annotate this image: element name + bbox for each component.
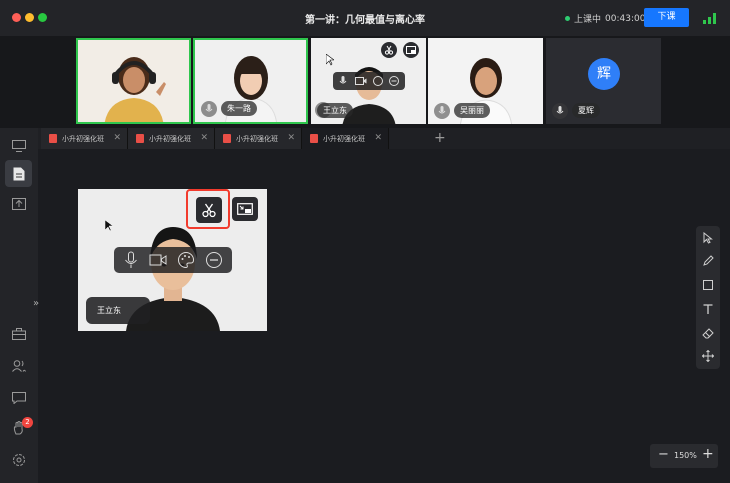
monitor-icon[interactable] — [9, 136, 29, 156]
picture-in-picture-button[interactable] — [232, 197, 258, 221]
close-tab-icon[interactable]: ✕ — [200, 133, 208, 143]
document-tab[interactable]: 小升初强化班 ✕ — [215, 128, 302, 149]
remove-icon[interactable] — [205, 251, 223, 269]
elapsed-time: 00:43:00 — [605, 13, 646, 24]
mouse-cursor-icon — [326, 54, 334, 66]
users-icon[interactable] — [9, 356, 29, 376]
settings-gear-icon[interactable] — [9, 450, 29, 470]
rectangle-tool-icon[interactable] — [702, 279, 714, 291]
signal-strength-icon — [703, 13, 716, 24]
tab-label: 小升初强化班 — [323, 134, 365, 143]
palette-icon[interactable] — [177, 251, 195, 269]
picture-in-picture-icon[interactable] — [403, 42, 419, 58]
document-icon[interactable] — [5, 160, 32, 187]
pdf-file-icon — [310, 134, 318, 143]
participant-tile[interactable]: 吴丽丽 — [428, 38, 543, 124]
upload-screen-icon[interactable] — [9, 194, 29, 214]
class-status: 上课中 00:43:00 — [565, 12, 645, 25]
video-name-label: 王立东 — [86, 297, 150, 324]
participant-tile[interactable]: 王立东 — [311, 38, 426, 124]
participant-video — [104, 57, 166, 122]
end-class-button[interactable]: 下课 — [644, 8, 689, 27]
zoom-level: 150% — [674, 451, 697, 460]
scissors-button[interactable] — [196, 197, 222, 223]
toolbox-icon[interactable] — [9, 324, 29, 344]
document-tab[interactable]: 小升初强化班 ✕ — [128, 128, 215, 149]
pointer-tool-icon[interactable] — [702, 232, 714, 244]
tile-controls — [333, 72, 405, 90]
scissors-highlight — [186, 189, 230, 229]
notification-badge: 2 — [22, 417, 33, 428]
close-tab-icon[interactable]: ✕ — [287, 133, 295, 143]
expand-sidebar-icon[interactable]: » — [33, 298, 45, 312]
remove-icon[interactable] — [389, 76, 399, 86]
move-tool-icon[interactable] — [702, 350, 714, 362]
zoom-out-button[interactable]: − — [658, 447, 669, 462]
zoom-control: − 150% + — [650, 444, 718, 468]
participant-tile[interactable]: 朱一路 — [193, 38, 308, 124]
mic-icon[interactable] — [339, 76, 347, 86]
tab-label: 小升初强化班 — [236, 134, 278, 143]
camera-icon[interactable] — [149, 251, 167, 269]
title-bar: 第一讲：几何最值与离心率 上课中 00:43:00 下课 — [0, 0, 730, 36]
pdf-file-icon — [223, 134, 231, 143]
close-tab-icon[interactable]: ✕ — [374, 133, 382, 143]
mic-icon[interactable] — [122, 251, 140, 269]
participant-strip: 朱一路 王立东 吴丽丽 辉 夏辉 — [0, 36, 730, 128]
zoom-in-button[interactable]: + — [702, 446, 714, 462]
add-tab-button[interactable]: + — [434, 130, 446, 146]
document-tab-bar: 小升初强化班 ✕ 小升初强化班 ✕ 小升初强化班 ✕ 小升初强化班 ✕ + — [38, 128, 730, 149]
status-label: 上课中 — [574, 15, 602, 25]
avatar: 辉 — [588, 58, 620, 90]
participant-name: 夏辉 — [572, 103, 600, 118]
mic-icon[interactable] — [434, 103, 450, 119]
pdf-file-icon — [136, 134, 144, 143]
live-dot-icon — [565, 16, 570, 21]
document-tab-active[interactable]: 小升初强化班 ✕ — [302, 128, 389, 149]
pencil-tool-icon[interactable] — [702, 255, 714, 267]
mouse-cursor-icon — [105, 220, 113, 232]
participant-name: 王立东 — [317, 103, 353, 118]
tab-label: 小升初强化班 — [149, 134, 191, 143]
participant-tile[interactable] — [76, 38, 191, 124]
mic-icon[interactable] — [552, 103, 568, 119]
close-tab-icon[interactable]: ✕ — [113, 133, 121, 143]
camera-icon[interactable] — [355, 77, 367, 85]
scissors-icon — [202, 203, 216, 218]
video-controls — [114, 247, 232, 273]
pdf-file-icon — [49, 134, 57, 143]
chat-icon[interactable] — [9, 388, 29, 408]
participant-name: 朱一路 — [221, 101, 257, 116]
palette-icon[interactable] — [373, 76, 383, 86]
mic-icon[interactable] — [201, 101, 217, 117]
whiteboard-toolbar — [696, 226, 720, 369]
participant-tile[interactable]: 辉 夏辉 — [546, 38, 661, 124]
picture-in-picture-icon — [237, 203, 253, 215]
text-tool-icon[interactable] — [702, 303, 714, 315]
eraser-tool-icon[interactable] — [702, 327, 714, 339]
participant-name: 吴丽丽 — [454, 103, 490, 118]
scissors-icon[interactable] — [381, 42, 397, 58]
document-tab[interactable]: 小升初强化班 ✕ — [41, 128, 128, 149]
tab-label: 小升初强化班 — [62, 134, 104, 143]
